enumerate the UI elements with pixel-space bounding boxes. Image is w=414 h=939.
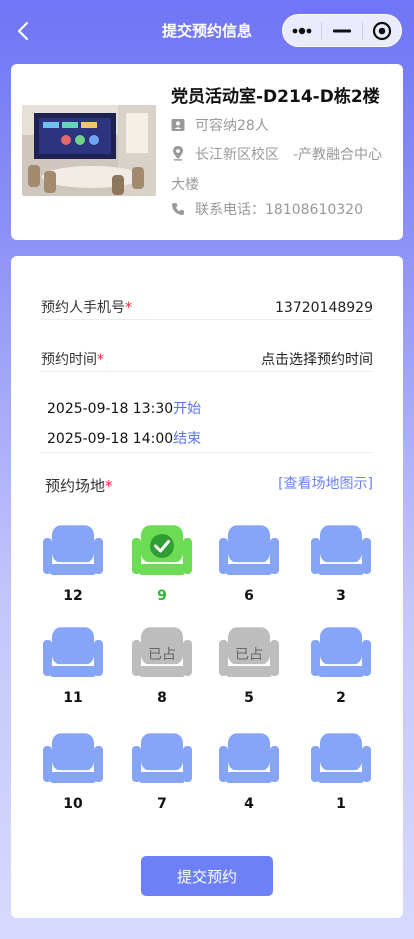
seat-number: 5	[244, 690, 254, 706]
capsule-divider	[321, 21, 323, 40]
seat-chair-icon	[43, 626, 103, 677]
seat-12[interactable]: 12	[41, 522, 105, 604]
time-picker-trigger[interactable]: 点击选择预约时间	[261, 320, 373, 400]
seat-number: 9	[157, 588, 167, 604]
close-target-icon	[373, 21, 392, 40]
seat-5: 已占 5	[217, 624, 281, 706]
more-button[interactable]	[284, 17, 320, 45]
seat-number: 10	[63, 796, 83, 812]
mini-program-capsule	[282, 14, 402, 47]
seat-number: 12	[63, 588, 83, 604]
time-field-row[interactable]: 预约时间* 点击选择预约时间	[41, 320, 373, 372]
seat-number: 2	[336, 690, 346, 706]
seat-number: 6	[244, 588, 254, 604]
seat-occupied-label: 已占	[148, 647, 176, 663]
seat-number: 1	[336, 796, 346, 812]
seat-8: 已占 8	[130, 624, 194, 706]
seat-chair-icon	[311, 732, 371, 783]
room-info-card: 党员活动室-D214-D栋2楼 可容纳28人 长江新区校区 -产教融合中心大楼 …	[11, 64, 403, 240]
phone-field-row[interactable]: 预约人手机号* 13720148929	[41, 268, 373, 320]
seat-chair-icon	[132, 732, 192, 783]
minimize-icon	[332, 29, 351, 32]
seat-2[interactable]: 2	[309, 624, 373, 706]
venue-label: 预约场地*	[45, 477, 113, 495]
seat-number: 7	[157, 796, 167, 812]
submit-booking-button[interactable]: 提交预约	[141, 856, 273, 896]
seat-number: 4	[244, 796, 254, 812]
view-venue-map-link[interactable]: [查看场地图示]	[278, 473, 373, 493]
end-time-tag: 结束	[173, 431, 202, 447]
phone-icon	[171, 198, 185, 226]
room-name: 党员活动室-D214-D栋2楼	[171, 87, 380, 107]
start-time-value: 2025-09-18 13:30	[47, 401, 174, 417]
seat-6[interactable]: 6	[217, 522, 281, 604]
phone-text: 联系电话：18108610320	[195, 202, 363, 218]
start-time-line: 2025-09-18 13:30开始	[47, 398, 201, 418]
booking-form-card: 预约人手机号* 13720148929 预约时间* 点击选择预约时间 2025-…	[11, 256, 403, 918]
time-field-label: 预约时间*	[41, 352, 104, 368]
start-time-tag: 开始	[173, 401, 202, 417]
nav-bar: 提交预约信息	[0, 0, 414, 62]
seat-chair-icon	[311, 626, 371, 677]
seat-chair-icon	[43, 732, 103, 783]
more-dots-icon	[292, 27, 312, 34]
location-pin-icon	[171, 143, 185, 171]
address-row: 长江新区校区 -产教融合中心大楼	[171, 141, 393, 199]
seat-4[interactable]: 4	[217, 730, 281, 812]
capsule-divider	[361, 21, 363, 40]
divider	[41, 452, 373, 453]
end-time-line: 2025-09-18 14:00结束	[47, 428, 201, 448]
seat-number: 8	[157, 690, 167, 706]
seat-chair-icon	[43, 524, 103, 575]
seat-1[interactable]: 1	[309, 730, 373, 812]
seat-10[interactable]: 10	[41, 730, 105, 812]
phone-row: 联系电话：18108610320	[171, 196, 363, 226]
seat-9[interactable]: 9	[130, 522, 194, 604]
capacity-row: 可容纳28人	[171, 112, 269, 142]
room-photo	[22, 105, 156, 196]
capacity-text: 可容纳28人	[195, 118, 269, 134]
seat-chair-icon	[219, 524, 279, 575]
minimize-button[interactable]	[324, 17, 360, 45]
seat-3[interactable]: 3	[309, 522, 373, 604]
seat-chair-icon	[219, 732, 279, 783]
address-text: 长江新区校区 -产教融合中心大楼	[171, 147, 383, 193]
close-button[interactable]	[364, 17, 400, 45]
seat-number: 11	[63, 690, 83, 706]
seat-chair-icon	[311, 524, 371, 575]
check-circle-icon	[150, 534, 174, 558]
seat-number: 3	[336, 588, 346, 604]
seat-occupied-label: 已占	[235, 647, 263, 663]
seat-7[interactable]: 7	[130, 730, 194, 812]
end-time-value: 2025-09-18 14:00	[47, 431, 174, 447]
seat-11[interactable]: 11	[41, 624, 105, 706]
person-card-icon	[171, 114, 185, 142]
